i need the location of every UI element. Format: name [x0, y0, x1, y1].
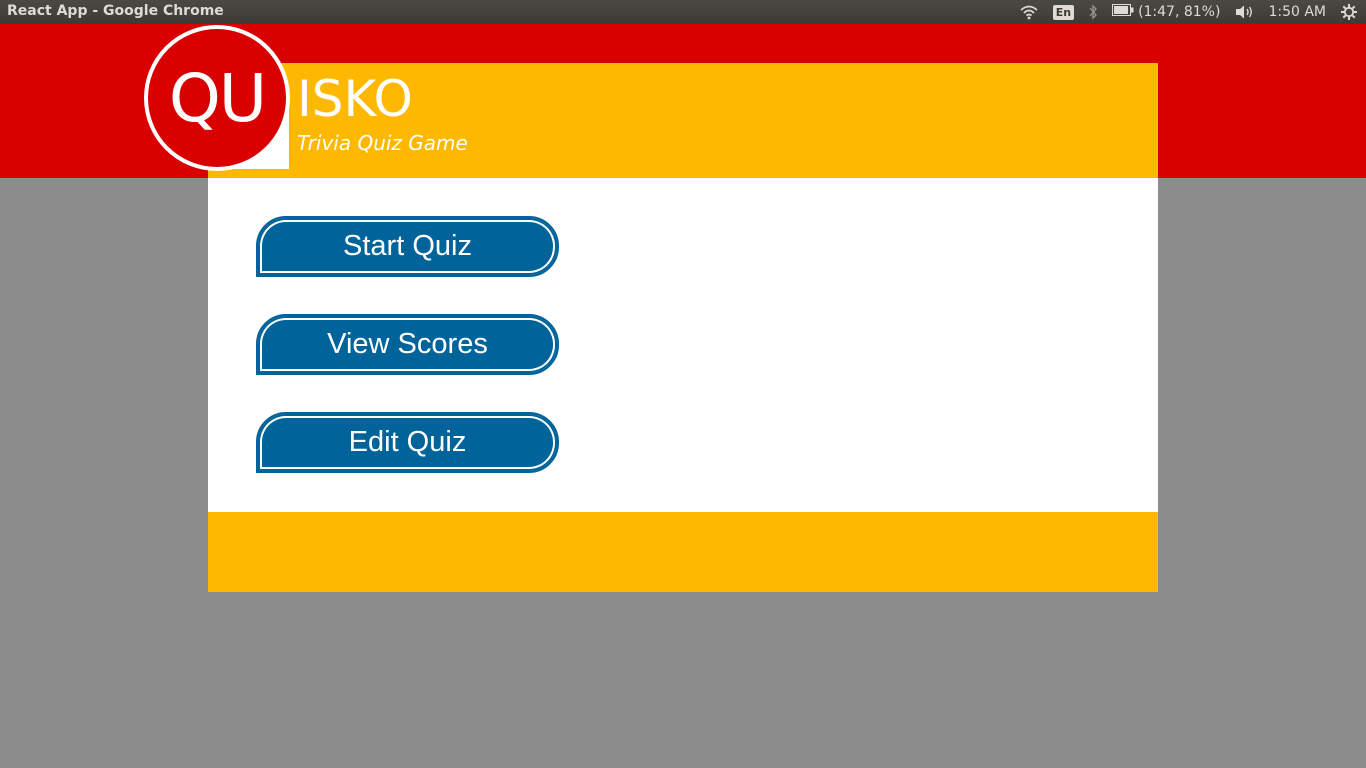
clock[interactable]: 1:50 AM — [1268, 4, 1326, 20]
brand-tagline: Trivia Quiz Game — [297, 131, 468, 155]
bluetooth-icon[interactable] — [1088, 4, 1098, 20]
system-top-panel: React App - Google Chrome En (1:47, 81%)… — [0, 0, 1366, 24]
start-quiz-button[interactable]: Start Quiz — [256, 216, 559, 277]
window-title: React App - Google Chrome — [7, 3, 224, 19]
system-indicators: En (1:47, 81%) 1:50 AM — [1019, 0, 1358, 24]
volume-icon[interactable] — [1234, 4, 1254, 20]
logo: QU — [144, 25, 290, 171]
gear-icon[interactable] — [1340, 3, 1358, 21]
keyboard-language-indicator[interactable]: En — [1052, 4, 1075, 20]
view-scores-button[interactable]: View Scores — [256, 314, 559, 375]
battery-indicator[interactable]: (1:47, 81%) — [1112, 4, 1220, 20]
battery-icon — [1112, 4, 1134, 20]
logo-text: QU — [168, 60, 267, 137]
edit-quiz-button[interactable]: Edit Quiz — [256, 412, 559, 473]
wifi-icon[interactable] — [1019, 4, 1039, 20]
footer-yellow-panel — [208, 512, 1158, 592]
language-badge: En — [1052, 4, 1075, 20]
battery-status-text: (1:47, 81%) — [1138, 4, 1221, 20]
brand-name: ISKO — [297, 70, 413, 128]
